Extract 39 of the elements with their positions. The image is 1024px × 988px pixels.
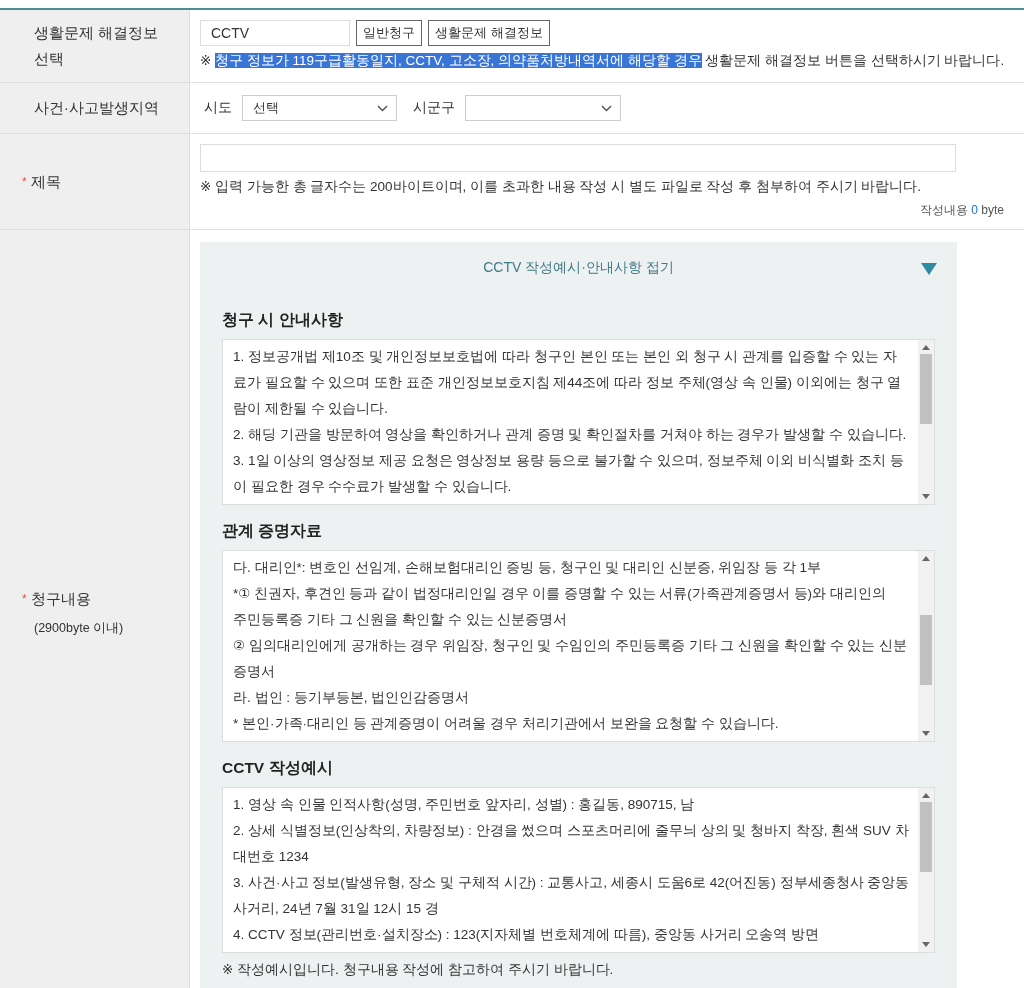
field-label: 생활문제 해결정보 선택 [34,24,159,69]
text-line: 다. 대리인*: 변호인 선임계, 손해보험대리인 증빙 등, 청구인 및 대리인 신분증, 위임장 등 각 1부 [233,559,823,577]
text-line: 4. CCTV 정보(관리번호·설치장소) : 123(지자체별 번호체계에 따름), 중앙동 사거리 오송역 방면 [233,926,821,944]
required-asterisk: * [22,174,27,189]
field-label: 사건·사고발생지역 [34,99,159,118]
info-note: ※ 청구 정보가 119구급활동일지, CCTV, 고소장, 의약품처방내역서에 해당할 경우 생활문제 해결정보 버튼을 선택하시기 바랍니다. [200,52,1006,70]
field-label: 청구내용 [30,590,91,609]
byte-counter: 작성내용 0 byte [919,202,1004,219]
text-line: 2. 해딩 기관을 방문하여 영상을 확인하거나 관계 증명 및 확인절차를 거쳐야 하는 경우가 발생할 수 있습니다. [233,426,908,444]
section-heading: 관계 증명자료 [222,521,324,541]
text-line: 1. 영상 속 인물 인적사항(성명, 주민번호 앞자리, 성별) : 홍길동, 890715, 남 [233,796,696,814]
text-line: 라. 법인 : 등기부등본, 법인인감증명서 [233,689,471,707]
info-type-field[interactable]: CCTV [200,20,350,46]
text-line: * 본인·가족·대리인 등 관계증명이 어려울 경우 처리기관에서 보완을 요청할 수 있습니다. [233,715,780,733]
byte-limit-label: (2900byte 이내) [34,620,125,637]
title-input-field[interactable] [200,144,956,172]
sigungu-dropdown[interactable] [465,95,621,121]
triangle-icon [921,263,937,275]
type-button[interactable]: 생활문제 해결정보 [428,20,550,46]
guide-toggle[interactable]: CCTV 작성예시·안내사항 접기 [222,252,935,284]
text-line: 3. 사건·사고 정보(발생유형, 장소 및 구체적 시간) : 교통사고, 세종시 도움6로 42(어진동) 정부세종청사 중앙동 사거리, 24년 7월 31일 12시 15 경 [233,874,910,918]
section-heading: CCTV 작성예시 [222,758,334,778]
text-line: 3. 1일 이상의 영상정보 제공 요청은 영상정보 용량 등으로 불가할 수 있으며, 정보주체 이외 비식별화 조치 등이 필요한 경우 수수료가 발생할 수 있습니다. [233,452,905,496]
example-footnote: ※ 작성예시입니다. 청구내용 작성에 참고하여 주시기 바랍니다. [222,961,615,979]
sido-dropdown[interactable]: 선택 [242,95,397,121]
text-line: *① 친권자, 후견인 등과 같이 법정대리인일 경우 이를 증명할 수 있는 서류(가족관계증명서 등)와 대리인의 [233,585,887,603]
field-label: 제목 [30,172,61,192]
text-line: 주민등록증 기타 그 신원을 확인할 수 있는 신분증명서 [233,611,569,629]
chevron-down-icon [377,104,388,112]
type-button[interactable]: 일반청구 [356,20,422,46]
text-line: ② 임의대리인에게 공개하는 경우 위임장, 청구인 및 수임인의 주민등록증 기타 그 신원을 확인할 수 있는 신분증명서 [233,637,909,681]
text-line: 2. 상세 식별정보(인상착의, 차량정보) : 안경을 썼으며 스포츠머리에 줄무늬 상의 및 청바지 착장, 흰색 SUV 차대번호 1234 [233,822,910,866]
section-heading: 청구 시 안내사항 [222,310,344,330]
text-line: 1. 정보공개법 제10조 및 개인정보보호법에 따라 청구인 본인 또는 본인 외 청구 시 관계를 입증할 수 있는 자료가 필요할 수 있으며 또한 표준 개인정보보호지침 제44조에 따라 정보 주체(영상 속 인물) 이외에는 청구 열람이 제한될 수 있습니다. [233,348,903,418]
chevron-down-icon [601,104,612,112]
title-note: ※ 입력 가능한 총 글자수는 200바이트이며, 이를 초과한 내용 작성 시 별도 파일로 작성 후 첨부하여 주시기 바랍니다. [200,178,923,196]
required-asterisk: * [22,592,27,606]
sigungu-label: 시군구 [413,99,455,117]
sido-label: 시도 [204,99,232,117]
